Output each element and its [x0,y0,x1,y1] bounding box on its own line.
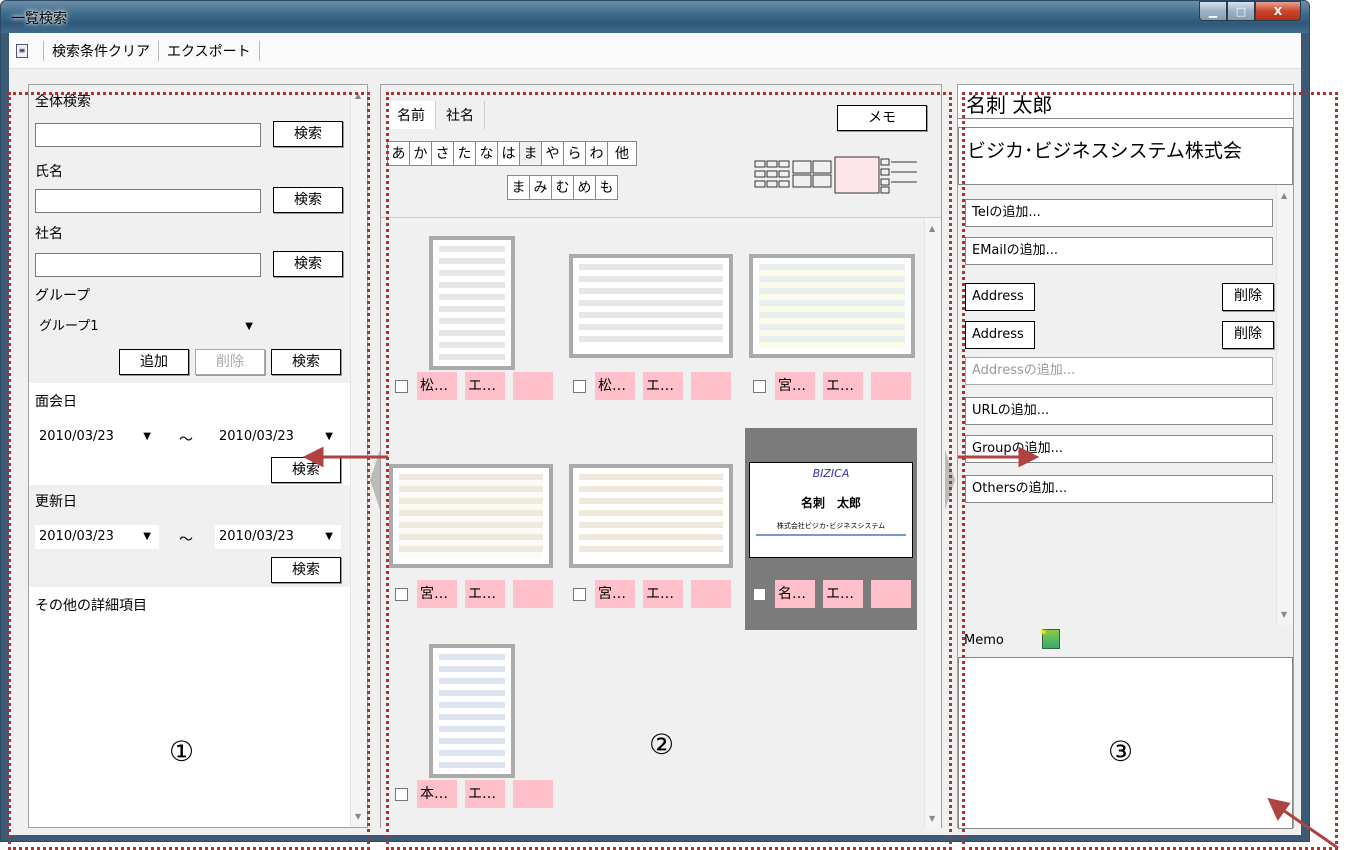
annotation-arrows [302,446,1339,850]
